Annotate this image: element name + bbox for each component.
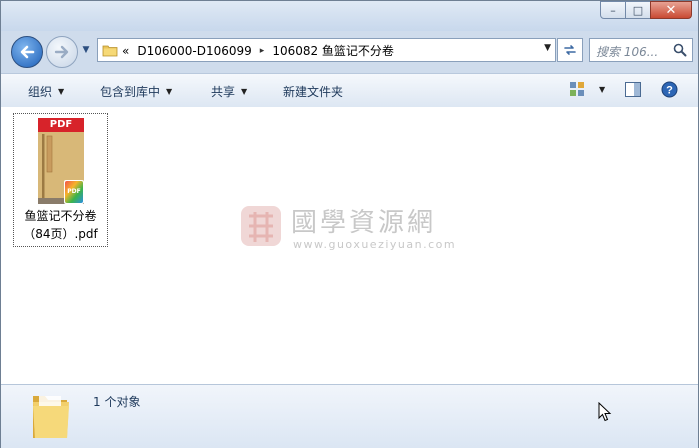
- breadcrumb: « D106000-D106099 ▸ 106082 鱼篮记不分卷: [122, 42, 394, 59]
- svg-text:?: ?: [666, 85, 673, 97]
- watermark-title: 國學資源網: [291, 208, 437, 238]
- refresh-button[interactable]: [557, 38, 583, 62]
- address-bar[interactable]: « D106000-D106099 ▸ 106082 鱼篮记不分卷 ▼: [97, 38, 556, 62]
- command-bar: 组织 ▼ 包含到库中 ▼ 共享 ▼ 新建文件夹 ▼ ?: [1, 73, 698, 108]
- help-icon: ?: [661, 81, 678, 98]
- watermark-url: www.guoxueziyuan.com: [293, 238, 457, 251]
- share-button[interactable]: 共享 ▼: [211, 83, 247, 100]
- mouse-cursor-icon: [598, 402, 612, 422]
- search-input[interactable]: 搜索 106...: [596, 43, 658, 60]
- address-dropdown-button[interactable]: ▼: [544, 43, 551, 53]
- forward-button[interactable]: [46, 36, 78, 68]
- search-icon[interactable]: [673, 43, 687, 60]
- breadcrumb-separator-icon[interactable]: ▸: [260, 46, 265, 56]
- explorer-window: – □ ✕ ▼ « D106000-D106099 ▸ 106082 鱼篮记不分…: [0, 0, 699, 448]
- new-folder-button[interactable]: 新建文件夹: [283, 83, 343, 100]
- back-button[interactable]: [11, 36, 43, 68]
- include-in-library-button[interactable]: 包含到库中 ▼: [100, 83, 172, 100]
- new-folder-label: 新建文件夹: [283, 85, 344, 99]
- caption-buttons: – □ ✕: [600, 1, 692, 19]
- folder-large-icon: [33, 396, 69, 438]
- item-count-text: 1 个对象: [93, 395, 141, 409]
- recent-pages-dropdown[interactable]: ▼: [80, 44, 92, 56]
- breadcrumb-item-current[interactable]: 106082 鱼篮记不分卷: [272, 42, 394, 59]
- chevron-down-icon: ▼: [58, 87, 65, 96]
- title-bar: – □ ✕: [1, 1, 698, 31]
- include-in-library-label: 包含到库中: [100, 85, 161, 99]
- search-box[interactable]: 搜索 106...: [589, 38, 693, 62]
- chevron-down-icon: ▼: [166, 87, 173, 96]
- view-grid-icon: [570, 82, 584, 96]
- file-item[interactable]: PDF PDF 鱼篮记不分卷（84页）.pdf: [13, 113, 108, 247]
- arrow-right-icon: [54, 45, 69, 59]
- pdf-banner-label: PDF: [49, 119, 73, 130]
- preview-pane-icon: [625, 82, 641, 97]
- minimize-button[interactable]: –: [600, 1, 626, 19]
- share-label: 共享: [211, 85, 236, 99]
- view-options-button[interactable]: ▼: [569, 81, 605, 97]
- maximize-button[interactable]: □: [625, 1, 651, 19]
- breadcrumb-item-range[interactable]: D106000-D106099: [137, 44, 251, 58]
- file-name-label: 鱼篮记不分卷（84页）.pdf: [23, 209, 98, 241]
- arrow-left-icon: [20, 45, 35, 59]
- breadcrumb-overflow-chevron[interactable]: «: [122, 44, 129, 58]
- pdf-badge-label: PDF: [67, 188, 81, 195]
- preview-pane-button[interactable]: [625, 82, 641, 97]
- watermark: 國學資源網 www.guoxueziyuan.com: [237, 200, 467, 260]
- seal-logo-icon: [241, 206, 281, 246]
- refresh-icon: [564, 45, 576, 55]
- organize-button[interactable]: 组织 ▼: [28, 83, 64, 100]
- chevron-down-icon: ▼: [599, 84, 606, 94]
- navigation-row: ▼ « D106000-D106099 ▸ 106082 鱼篮记不分卷 ▼ 搜索…: [1, 31, 698, 71]
- details-pane: 1 个对象: [1, 384, 698, 448]
- help-button[interactable]: ?: [661, 81, 678, 98]
- file-list[interactable]: PDF PDF 鱼篮记不分卷（84页）.pdf 國學資源網 www.guoxue…: [1, 107, 698, 384]
- chevron-down-icon: ▼: [241, 87, 248, 96]
- folder-icon: [102, 45, 118, 57]
- close-button[interactable]: ✕: [650, 1, 692, 19]
- organize-label: 组织: [28, 85, 53, 99]
